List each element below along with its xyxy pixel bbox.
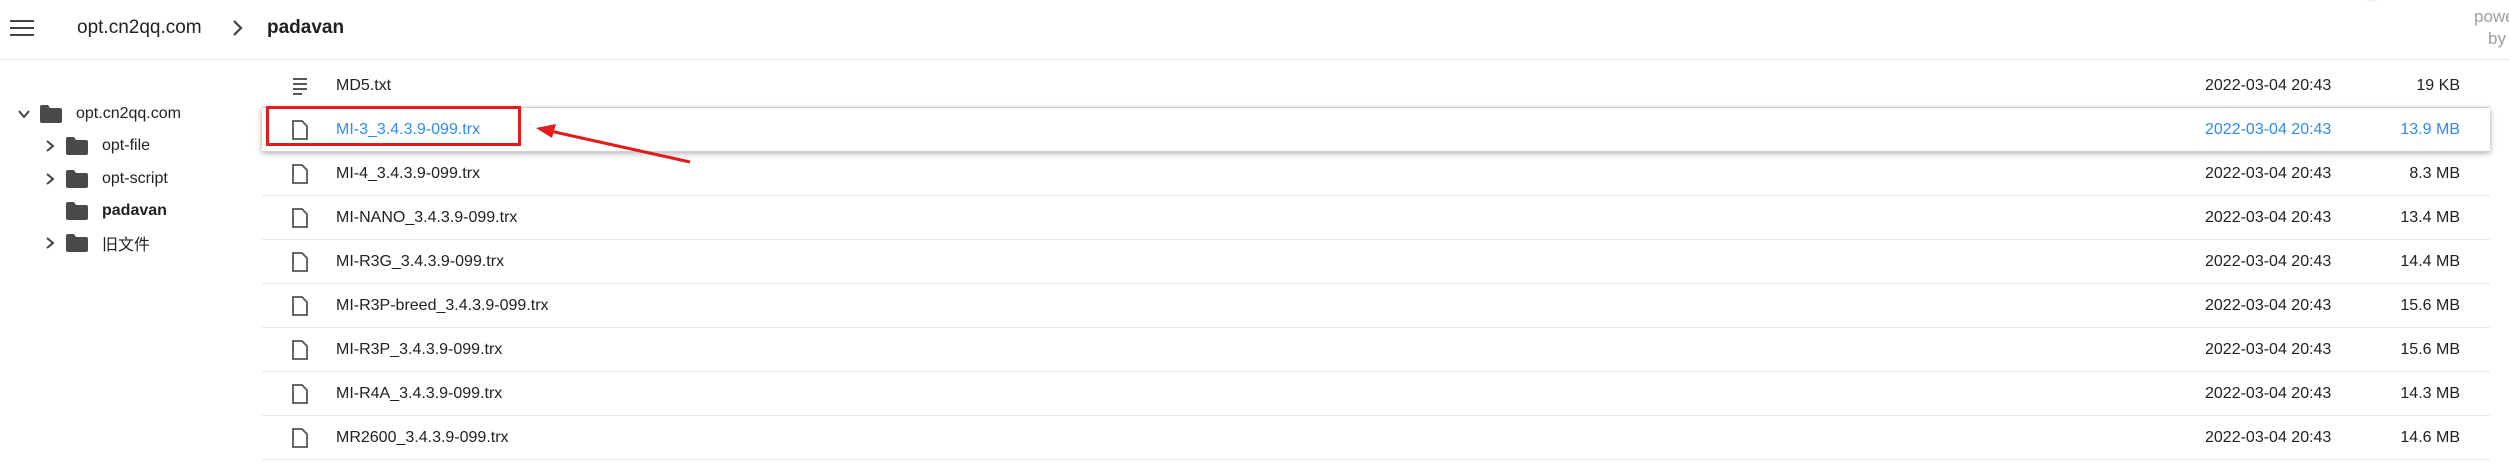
file-icon	[292, 164, 308, 184]
sidebar-item-label: 旧文件	[102, 237, 151, 254]
file-size: 15.6 MB	[2400, 297, 2460, 314]
file-date: 2022-03-04 20:43	[2205, 165, 2332, 182]
file-row-md5[interactable]: MD5.txt 2022-03-04 20:43 19 KB	[262, 64, 2490, 108]
folder-tree: opt.cn2qq.com opt-file opt-script padava…	[0, 60, 260, 464]
file-icon	[292, 340, 308, 360]
file-name: MI-R3P_3.4.3.9-099.trx	[336, 341, 503, 358]
chevron-right-icon[interactable]	[42, 138, 58, 154]
file-row[interactable]: MI-NANO_3.4.3.9-099.trx 2022-03-04 20:43…	[262, 196, 2490, 240]
file-name: MI-3_3.4.3.9-099.trx	[336, 121, 481, 138]
folder-icon	[66, 170, 88, 188]
file-name: MI-NANO_3.4.3.9-099.trx	[336, 209, 518, 226]
file-name: MI-R4A_3.4.3.9-099.trx	[336, 385, 503, 402]
file-date: 2022-03-04 20:43	[2205, 253, 2332, 270]
file-size: 14.6 MB	[2400, 429, 2460, 446]
sidebar-item-old-files[interactable]: 旧文件	[42, 230, 150, 256]
breadcrumb-root[interactable]: opt.cn2qq.com	[77, 16, 202, 40]
file-icon	[292, 384, 308, 404]
file-date: 2022-03-04 20:43	[2205, 429, 2332, 446]
file-date: 2022-03-04 20:43	[2205, 209, 2332, 226]
file-size: 13.9 MB	[2400, 121, 2460, 138]
powered-by-text: powe by h	[2474, 7, 2509, 48]
file-icon	[292, 252, 308, 272]
file-row[interactable]: MI-R3P-breed_3.4.3.9-099.trx 2022-03-04 …	[262, 284, 2490, 328]
file-name: MI-4_3.4.3.9-099.trx	[336, 165, 481, 182]
file-name: MR2600_3.4.3.9-099.trx	[336, 429, 509, 446]
file-date: 2022-03-04 20:43	[2205, 385, 2332, 402]
folder-icon	[66, 137, 88, 155]
file-name: MI-R3P-breed_3.4.3.9-099.trx	[336, 297, 549, 314]
file-icon	[292, 120, 308, 140]
folder-icon	[40, 105, 62, 123]
chevron-right-icon[interactable]	[42, 171, 58, 187]
corner-decoration	[2358, 0, 2386, 2]
file-size: 14.4 MB	[2400, 253, 2460, 270]
chevron-right-icon	[233, 20, 243, 36]
file-icon	[292, 208, 308, 228]
file-name: MI-R3G_3.4.3.9-099.trx	[336, 253, 505, 270]
file-row[interactable]: MI-R3G_3.4.3.9-099.trx 2022-03-04 20:43 …	[262, 240, 2490, 284]
file-size: 13.4 MB	[2400, 209, 2460, 226]
folder-icon	[66, 202, 88, 220]
chevron-right-icon[interactable]	[42, 235, 58, 251]
top-bar: opt.cn2qq.com padavan powe by h	[0, 0, 2509, 60]
file-size: 15.6 MB	[2400, 341, 2460, 358]
file-icon	[292, 296, 308, 316]
chevron-down-icon[interactable]	[16, 106, 32, 122]
folder-icon	[66, 234, 88, 252]
file-date: 2022-03-04 20:43	[2205, 77, 2332, 94]
file-icon	[292, 428, 308, 448]
sidebar-item-label: padavan	[102, 202, 167, 219]
text-file-icon	[293, 78, 307, 95]
file-row[interactable]: MI-R3P_3.4.3.9-099.trx 2022-03-04 20:43 …	[262, 328, 2490, 372]
tree-root[interactable]: opt.cn2qq.com	[16, 101, 181, 127]
sidebar-item-opt-file[interactable]: opt-file	[42, 133, 150, 159]
file-date: 2022-03-04 20:43	[2205, 297, 2332, 314]
file-size: 19 KB	[2416, 77, 2460, 94]
file-row-selected[interactable]: MI-3_3.4.3.9-099.trx 2022-03-04 20:43 13…	[262, 108, 2490, 152]
tree-root-label: opt.cn2qq.com	[76, 105, 181, 122]
file-row[interactable]: MR2600_3.4.3.9-099.trx 2022-03-04 20:43 …	[262, 416, 2490, 460]
sidebar-item-padavan[interactable]: padavan	[42, 198, 167, 224]
file-row[interactable]: MI-R4A_3.4.3.9-099.trx 2022-03-04 20:43 …	[262, 372, 2490, 416]
sidebar-item-label: opt-file	[102, 137, 151, 154]
sidebar-item-opt-script[interactable]: opt-script	[42, 166, 168, 192]
file-row[interactable]: MI-4_3.4.3.9-099.trx 2022-03-04 20:43 8.…	[262, 152, 2490, 196]
file-size: 8.3 MB	[2409, 165, 2460, 182]
file-size: 14.3 MB	[2400, 385, 2460, 402]
breadcrumb-current: padavan	[267, 17, 345, 38]
file-date: 2022-03-04 20:43	[2205, 341, 2332, 358]
hamburger-menu-icon[interactable]	[10, 15, 40, 45]
sidebar-item-label: opt-script	[102, 170, 168, 187]
file-name: MD5.txt	[336, 77, 392, 94]
file-date: 2022-03-04 20:43	[2205, 121, 2332, 138]
